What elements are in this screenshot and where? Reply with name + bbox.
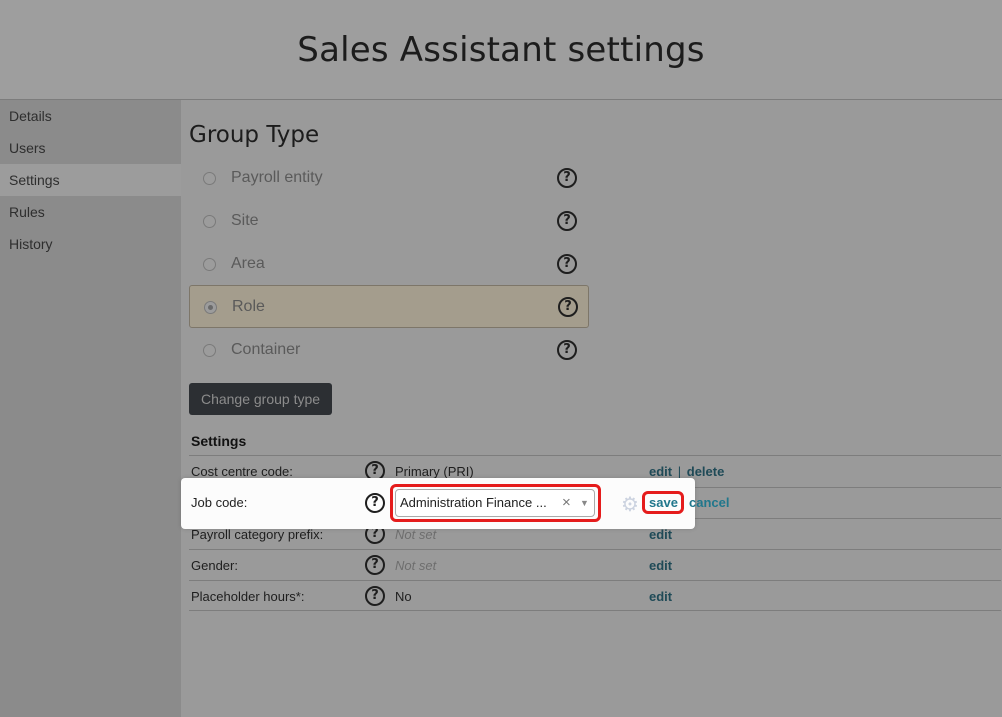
radio-button[interactable] <box>203 215 216 228</box>
setting-value: Not set <box>395 527 437 542</box>
sidebar-item-rules[interactable]: Rules <box>0 196 181 228</box>
main-content: Group Type Payroll entity ? Site ? Area … <box>181 100 1002 717</box>
clear-icon[interactable]: × <box>562 494 571 511</box>
group-type-title: Group Type <box>189 122 320 148</box>
edit-link[interactable]: edit <box>649 558 672 573</box>
setting-value: Primary (PRI) <box>395 464 474 479</box>
page-header: Sales Assistant settings <box>0 0 1002 100</box>
help-icon[interactable]: ? <box>557 211 577 231</box>
row-actions: edit <box>649 589 672 604</box>
help-icon[interactable]: ? <box>557 340 577 360</box>
edit-link[interactable]: edit <box>649 589 672 604</box>
delete-link[interactable]: delete <box>687 464 725 479</box>
radio-button[interactable] <box>203 344 216 357</box>
cancel-link[interactable]: cancel <box>689 495 729 510</box>
setting-label: Placeholder hours*: <box>191 589 305 604</box>
row-actions: edit <box>649 527 672 542</box>
edit-link[interactable]: edit <box>649 464 672 479</box>
chevron-down-icon[interactable]: ▼ <box>580 498 589 508</box>
help-icon[interactable]: ? <box>557 254 577 274</box>
separator: | <box>677 464 682 479</box>
row-actions: edit | delete <box>649 464 724 479</box>
edit-link[interactable]: edit <box>649 527 672 542</box>
setting-value: Not set <box>395 558 437 573</box>
setting-value: No <box>395 589 412 604</box>
sidebar-item-history[interactable]: History <box>0 228 181 260</box>
radio-option-site[interactable]: Site ? <box>189 200 589 243</box>
radio-option-container[interactable]: Container ? <box>189 329 589 372</box>
gear-icon: ⚙ <box>621 494 639 516</box>
row-actions: edit <box>649 558 672 573</box>
settings-heading: Settings <box>191 433 247 449</box>
save-link[interactable]: save <box>649 495 678 510</box>
job-code-select[interactable]: Administration Finance ... × ▼ <box>395 489 595 517</box>
radio-label: Site <box>231 212 259 229</box>
setting-label: Job code: <box>191 495 248 510</box>
setting-row-placeholder-hours: Placeholder hours*: ? No edit <box>189 580 1001 611</box>
setting-label: Payroll category prefix: <box>191 527 324 542</box>
radio-label: Role <box>232 298 265 315</box>
page-title: Sales Assistant settings <box>297 29 705 70</box>
help-icon[interactable]: ? <box>365 493 385 513</box>
sidebar-item-settings[interactable]: Settings <box>0 164 181 196</box>
help-icon[interactable]: ? <box>365 586 385 606</box>
setting-row-gender: Gender: ? Not set edit <box>189 549 1001 580</box>
radio-option-payroll-entity[interactable]: Payroll entity ? <box>189 157 589 200</box>
change-group-type-button[interactable]: Change group type <box>189 383 332 415</box>
sidebar-item-users[interactable]: Users <box>0 132 181 164</box>
radio-button[interactable] <box>203 172 216 185</box>
setting-label: Gender: <box>191 558 238 573</box>
radio-label: Area <box>231 255 265 272</box>
radio-label: Container <box>231 341 301 358</box>
help-icon[interactable]: ? <box>365 555 385 575</box>
setting-label: Cost centre code: <box>191 464 293 479</box>
radio-button-checked[interactable] <box>204 301 217 314</box>
radio-label: Payroll entity <box>231 169 323 186</box>
radio-option-role[interactable]: Role ? <box>189 285 589 328</box>
select-value: Administration Finance ... <box>400 495 547 510</box>
sidebar: Details Users Settings Rules History <box>0 100 181 717</box>
help-icon[interactable]: ? <box>558 297 578 317</box>
sidebar-item-details[interactable]: Details <box>0 100 181 132</box>
setting-row-job-code: Job code: ? Administration Finance ... ×… <box>181 478 729 529</box>
radio-option-area[interactable]: Area ? <box>189 243 589 286</box>
help-icon[interactable]: ? <box>557 168 577 188</box>
radio-button[interactable] <box>203 258 216 271</box>
